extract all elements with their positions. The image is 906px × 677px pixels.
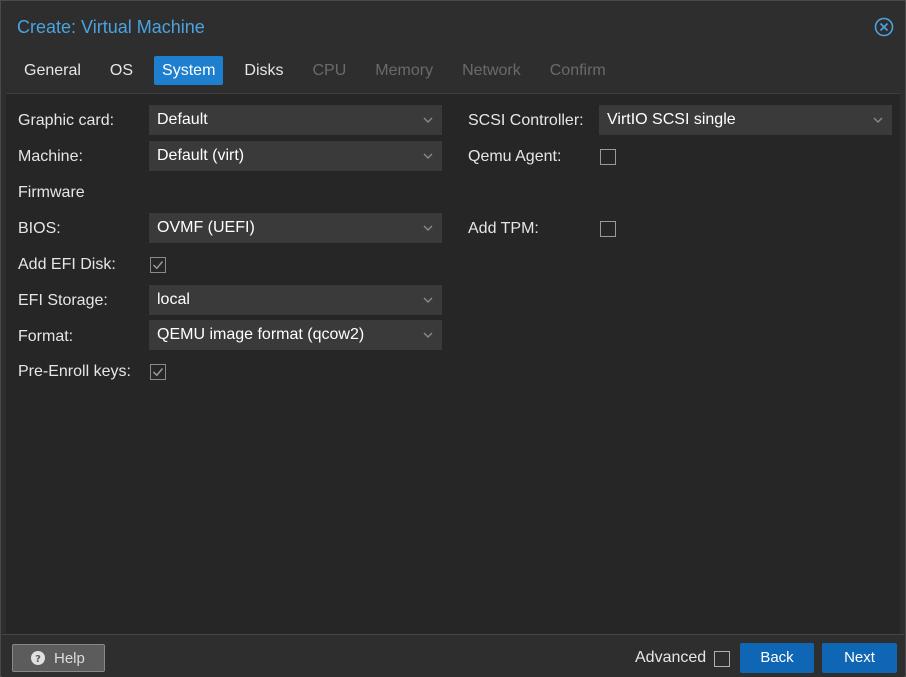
qemu-agent-label: Qemu Agent: <box>468 148 562 165</box>
bios-value: OVMF (UEFI) <box>157 219 255 236</box>
question-circle-icon: ? <box>31 651 45 665</box>
chevron-down-icon <box>423 153 433 159</box>
pre-enroll-keys-label: Pre-Enroll keys: <box>18 363 131 380</box>
dialog-footer: ? Help Advanced Back Next <box>2 634 904 677</box>
chevron-down-icon <box>423 332 433 338</box>
efi-storage-label: EFI Storage: <box>18 292 108 309</box>
qemu-agent-checkbox[interactable] <box>600 149 616 165</box>
dialog-title: Create: Virtual Machine <box>17 17 205 37</box>
machine-value: Default (virt) <box>157 147 245 164</box>
advanced-checkbox[interactable] <box>714 651 730 667</box>
bios-select[interactable]: OVMF (UEFI) <box>149 213 442 243</box>
back-button[interactable]: Back <box>740 643 814 673</box>
efi-storage-select[interactable]: local <box>149 285 442 315</box>
create-vm-dialog: Create: Virtual Machine General OS Syste… <box>0 0 906 677</box>
advanced-label: Advanced <box>635 649 707 666</box>
add-tpm-label: Add TPM: <box>468 220 539 237</box>
chevron-down-icon <box>423 297 433 303</box>
graphic-card-select[interactable]: Default <box>149 105 442 135</box>
tab-cpu: CPU <box>312 62 347 79</box>
help-label: Help <box>54 650 85 667</box>
scsi-controller-select[interactable]: VirtIO SCSI single <box>599 105 892 135</box>
svg-text:?: ? <box>35 654 41 665</box>
tab-os[interactable]: OS <box>102 56 141 85</box>
add-efi-disk-checkbox[interactable] <box>150 257 166 273</box>
tab-confirm: Confirm <box>549 62 606 79</box>
tab-network: Network <box>462 62 521 79</box>
scsi-controller-label: SCSI Controller: <box>468 112 584 129</box>
graphic-card-value: Default <box>157 111 208 128</box>
system-form-panel: Graphic card: Default Machine: Default (… <box>6 93 900 634</box>
format-label: Format: <box>18 328 74 345</box>
add-tpm-checkbox[interactable] <box>600 221 616 237</box>
machine-select[interactable]: Default (virt) <box>149 141 442 171</box>
next-button[interactable]: Next <box>822 643 897 673</box>
graphic-card-label: Graphic card: <box>18 112 115 129</box>
machine-label: Machine: <box>18 148 83 165</box>
close-icon[interactable] <box>874 17 894 37</box>
chevron-down-icon <box>873 117 883 123</box>
tab-memory: Memory <box>375 62 434 79</box>
pre-enroll-keys-checkbox[interactable] <box>150 364 166 380</box>
efi-storage-value: local <box>157 291 190 308</box>
chevron-down-icon <box>423 225 433 231</box>
add-efi-disk-label: Add EFI Disk: <box>18 256 116 273</box>
format-select[interactable]: QEMU image format (qcow2) <box>149 320 442 350</box>
help-button[interactable]: ? Help <box>12 644 105 672</box>
wizard-tabs: General OS System Disks CPU Memory Netwo… <box>16 56 627 85</box>
tab-general[interactable]: General <box>16 56 89 85</box>
format-value: QEMU image format (qcow2) <box>157 326 365 343</box>
scsi-controller-value: VirtIO SCSI single <box>607 111 736 128</box>
chevron-down-icon <box>423 117 433 123</box>
tab-system[interactable]: System <box>154 56 224 85</box>
tab-disks[interactable]: Disks <box>236 56 291 85</box>
bios-label: BIOS: <box>18 220 61 237</box>
firmware-heading: Firmware <box>18 184 85 201</box>
